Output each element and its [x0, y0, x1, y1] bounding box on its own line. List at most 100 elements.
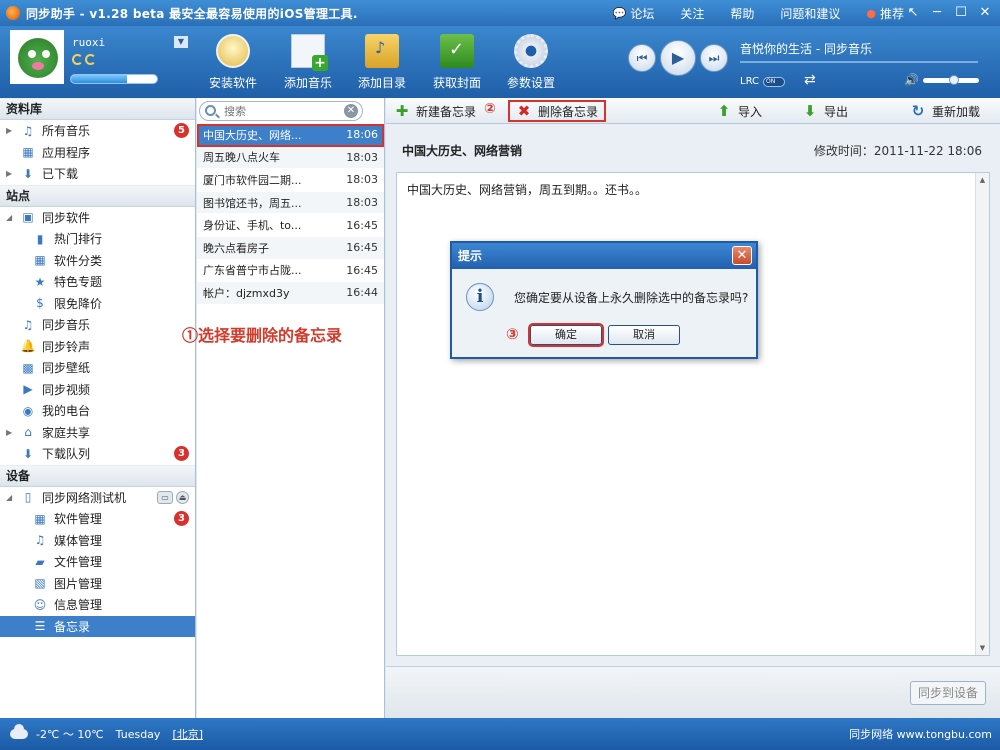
install-app-button[interactable]: 安装软件	[198, 30, 268, 96]
sidebar-item[interactable]: ◢ ▣ 同步软件	[0, 207, 195, 229]
sidebar-item-label: 同步视频	[42, 382, 91, 397]
sidebar-item[interactable]: 🔔 同步铃声	[0, 336, 195, 358]
modified-time: 修改时间：2011-11-22 18:06	[813, 144, 982, 158]
sidebar-item[interactable]: ▩ 同步壁纸	[0, 357, 195, 379]
weibo-icon: ●	[866, 6, 876, 20]
sidebar-item[interactable]: ▧ 图片管理	[0, 573, 195, 595]
confirm-ok-button[interactable]: 确定	[528, 323, 604, 347]
sidebar-item[interactable]: ▮ 热门排行	[0, 228, 195, 250]
reload-button[interactable]: ↻ 重新加载	[910, 100, 980, 122]
now-playing-text: 音悦你的生活 - 同步音乐	[740, 42, 872, 56]
settings-button[interactable]: 参数设置	[496, 30, 566, 96]
top-link-help[interactable]: 帮助	[730, 5, 754, 22]
sidebar-item[interactable]: ▶ 同步视频	[0, 379, 195, 401]
export-button[interactable]: ⬇ 导出	[802, 100, 848, 122]
sidebar-item[interactable]: ♫ 媒体管理	[0, 530, 195, 552]
sidebar-item[interactable]: ▶ ⌂ 家庭共享	[0, 422, 195, 444]
expanded-arrow-icon[interactable]: ◢	[6, 493, 16, 502]
top-link-recommend[interactable]: ● 推荐	[866, 5, 904, 22]
volume-knob[interactable]	[948, 74, 959, 85]
memo-list-item[interactable]: 图书馆还书，周五... 18:03	[197, 191, 384, 215]
search-input[interactable]	[224, 104, 340, 118]
sidebar-item-label: 已下载	[42, 167, 79, 182]
eject-icon[interactable]: ⏏	[176, 490, 189, 504]
next-track-button[interactable]: ⏭	[700, 44, 728, 72]
sidebar-item[interactable]: ★ 特色专题	[0, 271, 195, 293]
clear-search-icon[interactable]: ✕	[344, 104, 358, 118]
play-button[interactable]: ▶	[660, 40, 696, 76]
sidebar-item-label: 文件管理	[54, 555, 103, 570]
sidebar-item[interactable]: ▦ 软件管理 3	[0, 508, 195, 530]
expand-arrow-icon[interactable]: ▶	[6, 428, 16, 437]
import-button[interactable]: ⬆ 导入	[716, 100, 762, 122]
add-music-button[interactable]: 添加音乐	[273, 30, 343, 96]
lrc-toggle[interactable]: ON	[763, 76, 786, 87]
scrollbar[interactable]: ▲ ▼	[975, 173, 989, 655]
expand-arrow-icon[interactable]: ▶	[6, 126, 16, 135]
memo-list-item[interactable]: 晚六点看房子 16:45	[197, 236, 384, 260]
dollar-icon: $	[36, 296, 44, 311]
sidebar-item[interactable]: ▦ 软件分类	[0, 250, 195, 272]
sidebar-item[interactable]: ◉ 我的电台	[0, 400, 195, 422]
memo-list-item[interactable]: 帐户：djzmxd3y 16:44	[197, 282, 384, 305]
sidebar-item[interactable]: ☰ 备忘录	[0, 615, 195, 637]
confirm-cancel-button[interactable]: 取消	[608, 325, 680, 345]
sidebar-item[interactable]: $ 限免降价	[0, 293, 195, 315]
storage-fill	[71, 75, 127, 83]
sidebar-item[interactable]: ☺ 信息管理	[0, 594, 195, 616]
window-title: 同步助手 - v1.28 beta 最安全最容易使用的iOS管理工具.	[26, 6, 358, 21]
download-icon: ⬇	[22, 446, 34, 461]
music-note-icon: ♫	[22, 123, 34, 138]
sidebar-item[interactable]: ▶ ♫ 所有音乐 5	[0, 120, 195, 142]
volume-slider[interactable]	[922, 74, 979, 85]
playback-progress[interactable]	[740, 61, 978, 63]
top-link-follow[interactable]: 关注	[680, 5, 704, 22]
memo-title: 中国大历史、网络营销	[402, 144, 523, 158]
sidebar-item-label: 同步铃声	[42, 339, 91, 354]
sidebar-item-label: 我的电台	[42, 404, 91, 419]
previous-track-button[interactable]: ⏮	[628, 44, 656, 72]
close-button[interactable]: ✕	[974, 3, 996, 23]
sidebar-item[interactable]: ▶ ⬇ 已下载	[0, 163, 195, 185]
memo-item-time: 18:03	[346, 150, 378, 164]
add-folder-button[interactable]: 添加目录	[347, 30, 417, 96]
memo-list-item[interactable]: 中国大历史、网络... 18:06	[197, 124, 384, 147]
minimize-button[interactable]: ─	[926, 3, 948, 23]
memo-list-item[interactable]: 广东省普宁市占陇... 16:45	[197, 260, 384, 283]
main-toolbar: ruoxi ▼ 安装软件 添加音乐 添加目录 获取封面 参数设置 ⏮ ▶ ⏭ 音…	[0, 26, 1000, 98]
scroll-up-icon[interactable]: ▲	[976, 173, 989, 187]
scroll-down-icon[interactable]: ▼	[976, 641, 989, 655]
sync-to-device-button[interactable]: 同步到设备	[910, 681, 986, 705]
download-icon: ⬇	[22, 166, 34, 181]
expanded-arrow-icon[interactable]: ◢	[6, 213, 16, 222]
lrc-control: LRC ON	[740, 76, 786, 87]
sidebar-item[interactable]: ♫ 同步音乐	[0, 314, 195, 336]
minimize-to-corner-button[interactable]: ↖	[902, 3, 924, 23]
radio-icon: ◉	[22, 403, 34, 418]
shuffle-icon[interactable]: ⇄	[804, 72, 816, 88]
memo-list-item[interactable]: 周五晚八点火车 18:03	[197, 146, 384, 170]
sidebar-item[interactable]: ◢ ▯ 同步网络测试机 ▭ ⏏	[0, 487, 195, 509]
plus-icon: ✚	[395, 102, 409, 120]
maximize-button[interactable]: ☐	[950, 3, 972, 23]
city-link[interactable]: [北京]	[172, 726, 203, 742]
top-link-forum[interactable]: 💬 论坛	[613, 5, 655, 22]
avatar[interactable]	[10, 30, 64, 84]
sidebar-item[interactable]: ▰ 文件管理	[0, 551, 195, 573]
delete-memo-button[interactable]: ✖ 删除备忘录	[508, 100, 607, 122]
expand-arrow-icon[interactable]: ▶	[6, 169, 16, 178]
apps-icon: ▦	[34, 511, 46, 526]
sidebar-item[interactable]: ▦ 应用程序	[0, 142, 195, 164]
memo-list-item[interactable]: 身份证、手机、to... 16:45	[197, 214, 384, 237]
top-link-feedback[interactable]: 问题和建议	[780, 5, 840, 22]
memo-list-item[interactable]: 厦门市软件园二期... 18:03	[197, 169, 384, 192]
gear-icon	[514, 34, 548, 68]
get-cover-button[interactable]: 获取封面	[422, 30, 492, 96]
speaker-icon[interactable]: 🔊	[904, 73, 919, 87]
sidebar: 资料库 ▶ ♫ 所有音乐 5 ▦ 应用程序 ▶ ⬇ 已下载 站点 ◢ ▣ 同步软件 ▮ 热门排行 ▦ 软件分类 ★ 特…	[0, 98, 196, 718]
chevron-down-icon[interactable]: ▼	[174, 36, 188, 48]
memo-item-title: 中国大历史、网络...	[203, 128, 302, 142]
dialog-close-button[interactable]: ✕	[732, 246, 752, 265]
sidebar-item[interactable]: ⬇ 下载队列 3	[0, 443, 195, 465]
new-memo-button[interactable]: ✚ 新建备忘录	[394, 100, 476, 122]
